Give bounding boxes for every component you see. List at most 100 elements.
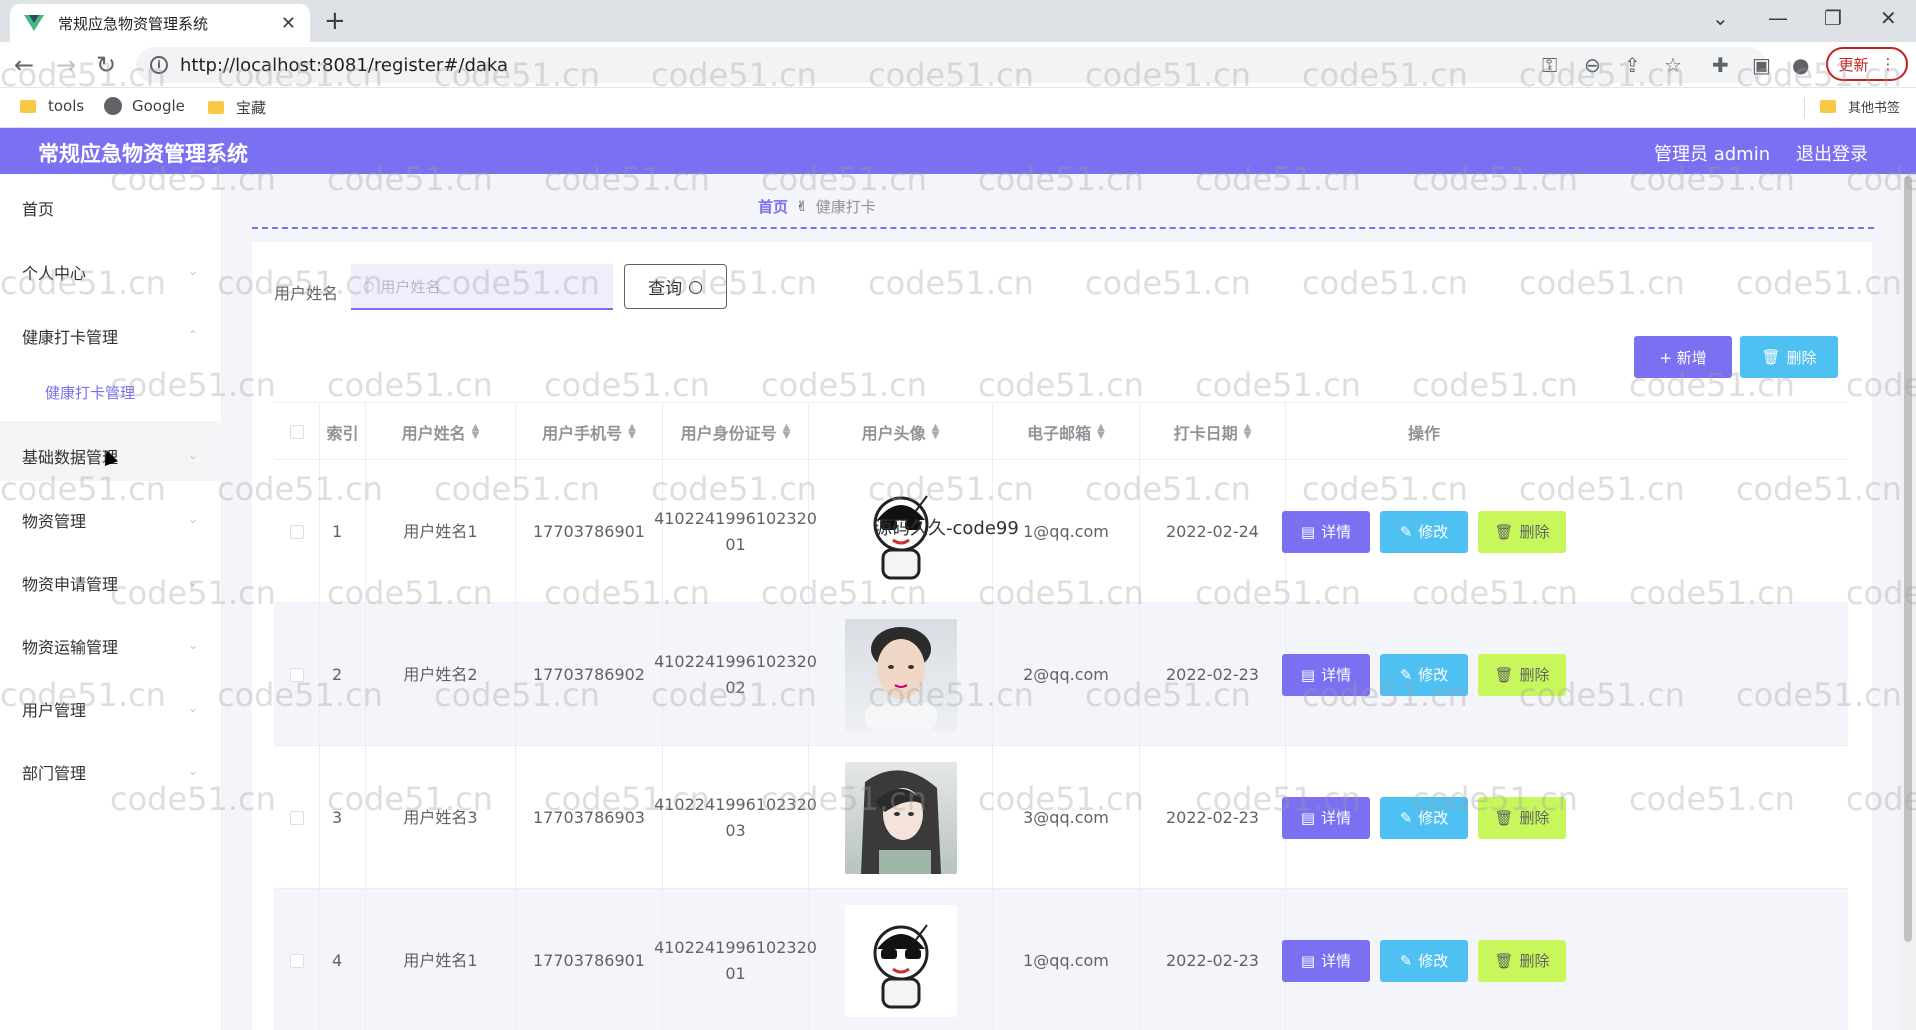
cell-index: 2 xyxy=(320,603,366,746)
cell-phone: 17703786901 xyxy=(516,889,663,1030)
forward-icon[interactable]: → xyxy=(56,51,76,79)
maximize-icon[interactable]: ❐ xyxy=(1824,6,1842,30)
id-value-line1: 4102241996102320 xyxy=(654,794,817,814)
url-text[interactable]: http://localhost:8081/register#/daka xyxy=(180,55,508,76)
edit-button[interactable]: ✎ 修改 xyxy=(1380,653,1468,696)
address-bar[interactable]: i http://localhost:8081/register#/daka xyxy=(136,47,1766,83)
cell-phone: 17703786902 xyxy=(516,603,663,746)
header-email[interactable]: 电子邮箱 ▲ ▼ xyxy=(993,403,1140,461)
bulk-delete-button[interactable]: 🗑 删除 xyxy=(1740,336,1838,378)
cell-actions: ▤ 详情 ✎ 修改 🗑 删除 xyxy=(1282,746,1566,889)
delete-button[interactable]: 🗑 删除 xyxy=(1478,796,1566,839)
minimize-icon[interactable]: — xyxy=(1768,6,1788,30)
cell-actions: ▤ 详情 ✎ 修改 🗑 删除 xyxy=(1282,889,1566,1030)
query-button[interactable]: 查询 ○ xyxy=(624,264,727,309)
sidebar-item-users[interactable]: 用户管理 xyxy=(22,697,86,721)
bookmark-google[interactable]: Google xyxy=(104,97,185,115)
detail-button[interactable]: ▤ 详情 xyxy=(1282,939,1370,982)
bookmark-baozang[interactable]: 宝藏 xyxy=(208,97,266,118)
row-checkbox[interactable] xyxy=(289,953,304,968)
document-icon: ▤ xyxy=(1300,808,1316,827)
detail-button[interactable]: ▤ 详情 xyxy=(1282,653,1370,696)
sort-icon[interactable]: ▲ ▼ xyxy=(628,423,636,441)
add-button[interactable]: + 新增 xyxy=(1634,336,1732,378)
sort-icon[interactable]: ▲ ▼ xyxy=(932,423,940,441)
edit-button[interactable]: ✎ 修改 xyxy=(1380,939,1468,982)
pencil-icon: ✎ xyxy=(1399,665,1413,684)
sidebar-item-health-checkin[interactable]: 健康打卡管理 xyxy=(22,324,118,348)
date-value: 2022-02-23 xyxy=(1166,950,1259,970)
bookmark-tools[interactable]: tools xyxy=(20,97,84,115)
sidebar-item-material-requests[interactable]: 物资申请管理 xyxy=(22,571,118,595)
close-tab-icon[interactable]: ✕ xyxy=(281,13,296,34)
browser-tab[interactable]: 常规应急物资管理系统 ✕ xyxy=(10,4,310,42)
sidebar-item-material-transport[interactable]: 物资运输管理 xyxy=(22,634,118,658)
sidebar-item-personal-center[interactable]: 个人中心 xyxy=(22,260,86,284)
edit-button[interactable]: ✎ 修改 xyxy=(1380,510,1468,553)
close-window-icon[interactable]: ✕ xyxy=(1880,6,1897,30)
delete-button[interactable]: 🗑 删除 xyxy=(1478,510,1566,553)
profile-icon[interactable]: ● xyxy=(1792,53,1809,77)
search-label: 用户姓名 xyxy=(274,284,339,303)
delete-label: 删除 xyxy=(1519,951,1550,970)
chevron-down-icon: ⌄ xyxy=(188,512,199,526)
new-tab-icon[interactable]: + xyxy=(324,6,346,36)
tab-search-icon[interactable]: ⌄ xyxy=(1712,6,1729,30)
header-label: 操作 xyxy=(1407,424,1440,443)
globe-icon xyxy=(104,97,122,115)
row-checkbox[interactable] xyxy=(289,524,304,539)
star-icon[interactable]: ☆ xyxy=(1664,53,1682,77)
sort-icon[interactable]: ▲ ▼ xyxy=(472,423,480,441)
sidepanel-icon[interactable]: ▣ xyxy=(1752,53,1771,77)
chevron-down-icon: ⌄ xyxy=(188,575,199,589)
sidebar-item-departments[interactable]: 部门管理 xyxy=(22,760,86,784)
update-button[interactable]: 更新 ⋮ xyxy=(1826,47,1908,81)
user-avatar[interactable] xyxy=(844,761,957,874)
logout-link[interactable]: 退出登录 xyxy=(1796,140,1868,166)
row-checkbox[interactable] xyxy=(289,667,304,682)
key-icon[interactable]: ⚿ xyxy=(1542,53,1557,77)
breadcrumb-home[interactable]: 首页 xyxy=(758,196,788,217)
page-scrollbar[interactable] xyxy=(1900,174,1916,1030)
sidebar-item-materials[interactable]: 物资管理 xyxy=(22,508,86,532)
hand-icon: ✌ xyxy=(796,198,808,215)
sort-icon[interactable]: ▲ ▼ xyxy=(1244,423,1252,441)
search-input[interactable]: ○ 用户姓名 xyxy=(351,264,613,310)
cell-phone: 17703786903 xyxy=(516,746,663,889)
user-avatar[interactable] xyxy=(844,618,957,731)
header-avatar[interactable]: 用户头像 ▲ ▼ xyxy=(809,403,993,461)
cell-email: 1@qq.com xyxy=(993,889,1140,1030)
reload-icon[interactable]: ↻ xyxy=(96,51,116,79)
user-avatar[interactable] xyxy=(844,904,957,1017)
header-name[interactable]: 用户姓名 ▲ ▼ xyxy=(366,403,516,461)
sidebar-item-home[interactable]: 首页 xyxy=(22,196,54,220)
sort-icon[interactable]: ▲ ▼ xyxy=(1097,423,1105,441)
folder-icon xyxy=(1820,100,1836,113)
zoom-icon[interactable]: ⊖ xyxy=(1584,53,1601,77)
cell-name: 用户姓名3 xyxy=(366,746,516,889)
table-row: 2 用户姓名2 17703786902 4102241996102320 02 2… xyxy=(274,603,1848,746)
header-checkin-date[interactable]: 打卡日期 ▲ ▼ xyxy=(1140,403,1286,461)
other-bookmarks[interactable]: 其他书签 xyxy=(1820,97,1900,116)
cell-avatar xyxy=(809,889,993,1030)
scroll-thumb[interactable] xyxy=(1904,176,1912,942)
back-icon[interactable]: ← xyxy=(14,51,34,79)
cell-index: 3 xyxy=(320,746,366,889)
row-checkbox[interactable] xyxy=(289,810,304,825)
select-all-checkbox[interactable] xyxy=(289,425,304,439)
trash-icon: 🗑 xyxy=(1494,951,1514,970)
delete-button[interactable]: 🗑 删除 xyxy=(1478,653,1566,696)
delete-button[interactable]: 🗑 删除 xyxy=(1478,939,1566,982)
sort-icon[interactable]: ▲ ▼ xyxy=(783,423,791,441)
submenu-item-health-checkin[interactable]: 健康打卡管理 xyxy=(45,382,135,403)
share-icon[interactable]: ⇪ xyxy=(1624,53,1641,77)
detail-button[interactable]: ▤ 详情 xyxy=(1282,510,1370,553)
id-value-line2: 01 xyxy=(725,534,746,554)
info-icon[interactable]: i xyxy=(150,56,168,74)
extensions-icon[interactable]: ✚ xyxy=(1712,53,1729,77)
detail-button[interactable]: ▤ 详情 xyxy=(1282,796,1370,839)
header-phone[interactable]: 用户手机号 ▲ ▼ xyxy=(516,403,663,461)
bookmark-divider xyxy=(1804,98,1805,118)
header-id-card[interactable]: 用户身份证号 ▲ ▼ xyxy=(663,403,809,461)
edit-button[interactable]: ✎ 修改 xyxy=(1380,796,1468,839)
